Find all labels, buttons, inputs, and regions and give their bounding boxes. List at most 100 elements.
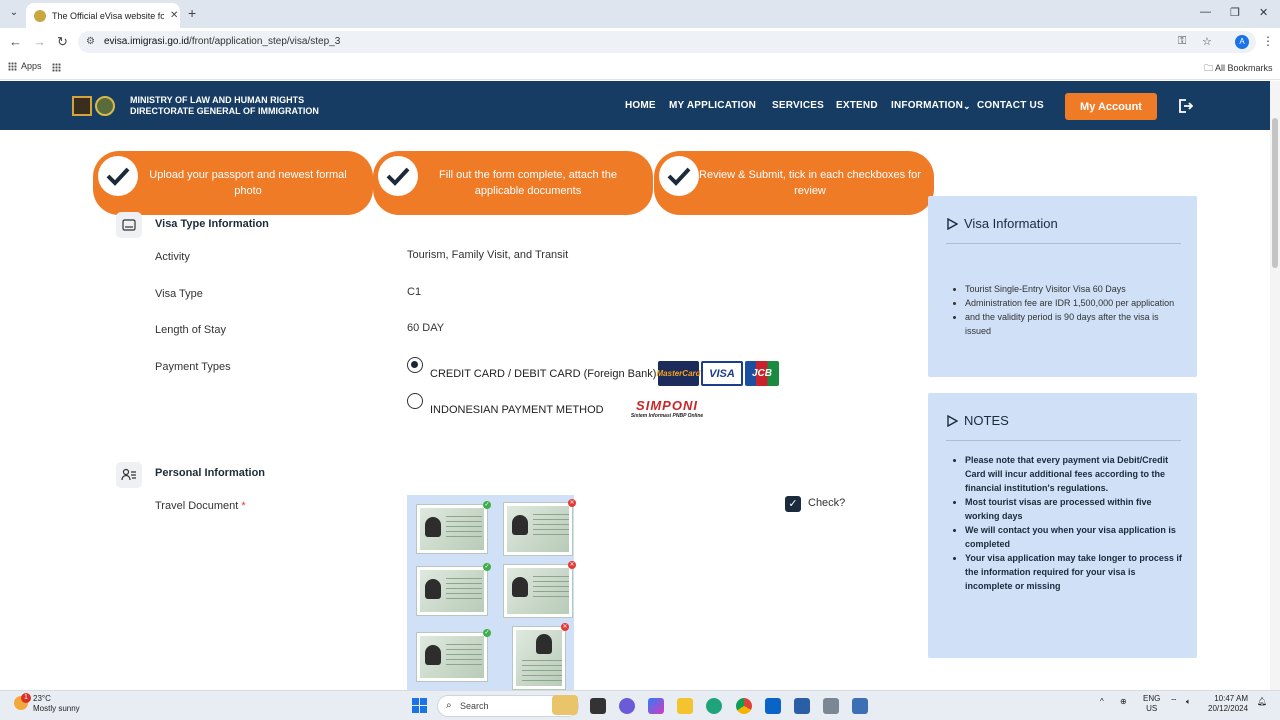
chevron-down-icon[interactable]: ⌄: [963, 101, 971, 112]
notes-list: Please note that every payment via Debit…: [965, 453, 1183, 593]
tray-overflow-chevron-icon[interactable]: ^: [1100, 697, 1104, 706]
windows-start-icon[interactable]: [412, 698, 427, 713]
browser-menu-icon[interactable]: ⋮: [1262, 34, 1274, 48]
weather-widget[interactable]: 23°C Mostly sunny: [33, 694, 80, 714]
weather-temperature: 23°C: [33, 694, 51, 703]
restore-icon[interactable]: ❐: [1230, 6, 1240, 19]
nav-information[interactable]: INFORMATION: [891, 100, 963, 111]
document-thumbnail[interactable]: ✕: [503, 561, 576, 618]
bookmark-star-icon[interactable]: ☆: [1202, 35, 1212, 48]
list-item: Your visa application may take longer to…: [965, 551, 1183, 593]
step-fill-form: Fill out the form complete, attach the a…: [373, 151, 653, 215]
visa-info-title-text: Visa Information: [964, 216, 1058, 231]
check-checkbox[interactable]: ✓: [785, 496, 801, 512]
list-item: Most tourist visas are processed within …: [965, 495, 1183, 523]
minimize-icon[interactable]: —: [1200, 6, 1211, 18]
new-tab-plus-icon[interactable]: +: [188, 5, 196, 21]
edge-icon[interactable]: [706, 698, 722, 714]
tab-close-icon[interactable]: ✕: [170, 10, 178, 21]
check-badge-icon: ✓: [483, 563, 491, 571]
visa-info-list: Tourist Single-Entry Visitor Visa 60 Day…: [965, 282, 1183, 338]
back-arrow-icon[interactable]: ←: [9, 34, 22, 49]
language-line-2: US: [1146, 704, 1158, 713]
document-thumbnail[interactable]: ✓: [416, 501, 491, 554]
travel-document-gallery: ✓ ✕ ✓ ✕ ✓ ✕: [407, 495, 576, 690]
my-account-button[interactable]: My Account: [1065, 93, 1157, 120]
ministry-line-2: DIRECTORATE GENERAL OF IMMIGRATION: [130, 106, 319, 116]
all-bookmarks-label: All Bookmarks: [1215, 63, 1273, 73]
simponi-logo: SIMPONI Sistem Informasi PNBP Online: [610, 398, 724, 424]
site-header: MINISTRY OF LAW AND HUMAN RIGHTS DIRECTO…: [0, 81, 1280, 130]
payment-card-label[interactable]: CREDIT CARD / DEBIT CARD (Foreign Bank): [430, 368, 656, 380]
window-close-icon[interactable]: ✕: [1259, 6, 1268, 19]
browser-tab-active[interactable]: The Official eVisa website for Im ✕: [26, 3, 180, 28]
document-thumbnail[interactable]: ✓: [416, 629, 491, 682]
address-bar[interactable]: ⚙ evisa.imigrasi.go.id/front/application…: [78, 31, 1256, 53]
check-badge-icon: ✓: [483, 501, 491, 509]
nav-services[interactable]: SERVICES: [772, 100, 824, 111]
page-scrollbar-thumb[interactable]: [1272, 118, 1278, 268]
all-bookmarks[interactable]: 🗀 All Bookmarks: [1204, 61, 1273, 77]
payment-indonesian-label[interactable]: INDONESIAN PAYMENT METHOD: [430, 404, 604, 416]
windows-taskbar: 1 23°C Mostly sunny ⌕ Search ^ ⊕ ENG US …: [0, 690, 1280, 720]
check-label[interactable]: Check?: [808, 497, 845, 509]
taskbar-search-label: Search: [460, 701, 489, 711]
volume-icon[interactable]: 🔈︎: [1186, 697, 1191, 707]
chat-icon[interactable]: [619, 698, 635, 714]
logout-icon[interactable]: [1177, 98, 1193, 114]
tab-groups-icon[interactable]: [52, 63, 61, 72]
task-view-icon[interactable]: [590, 698, 606, 714]
search-highlight-icon[interactable]: [552, 695, 578, 715]
file-explorer-icon[interactable]: [677, 698, 693, 714]
visa-card-icon: [116, 212, 142, 238]
notes-panel: NOTES Please note that every payment via…: [928, 393, 1197, 658]
browser-toolbar: ← → ↻ ⚙ evisa.imigrasi.go.id/front/appli…: [0, 28, 1280, 56]
activity-value: Tourism, Family Visit, and Transit: [407, 249, 569, 261]
nav-contact-us[interactable]: CONTACT US: [977, 100, 1044, 111]
browser-tab-bar: ⌄ The Official eVisa website for Im ✕ + …: [0, 0, 1280, 28]
taskbar-clock[interactable]: 10:47 AM 20/12/2024: [1208, 694, 1248, 714]
step-fill-form-text: Fill out the form complete, attach the a…: [439, 169, 617, 197]
nav-extend[interactable]: EXTEND: [836, 100, 878, 111]
list-item: We will contact you when your visa appli…: [965, 523, 1183, 551]
remote-desktop-icon[interactable]: [823, 698, 839, 714]
password-key-icon[interactable]: ⚿: [1178, 35, 1186, 48]
required-mark: *: [241, 500, 246, 512]
clock-date: 20/12/2024: [1208, 704, 1249, 713]
personal-section-title: Personal Information: [155, 467, 266, 479]
list-item: Tourist Single-Entry Visitor Visa 60 Day…: [965, 282, 1183, 296]
outlook-icon[interactable]: [765, 698, 781, 714]
step-check-icon: [659, 156, 699, 196]
apps-bookmark[interactable]: Apps: [8, 61, 42, 71]
network-globe-icon[interactable]: ⊕: [1120, 697, 1127, 706]
document-thumbnail[interactable]: ✕: [512, 623, 569, 690]
payment-types-label: Payment Types: [155, 361, 231, 373]
notification-bell-icon[interactable]: 🔔︎: [1257, 697, 1267, 706]
language-indicator[interactable]: ENG US: [1143, 694, 1160, 714]
nav-home[interactable]: HOME: [625, 100, 656, 111]
divider: [946, 440, 1181, 441]
document-thumbnail[interactable]: ✓: [416, 563, 491, 616]
profile-avatar[interactable]: A: [1235, 35, 1249, 49]
payment-indonesian-radio[interactable]: [407, 393, 423, 409]
clock-time: 10:47 AM: [1214, 694, 1249, 703]
activity-label: Activity: [155, 251, 190, 263]
forward-arrow-icon[interactable]: →: [33, 34, 46, 49]
divider: [946, 243, 1181, 244]
step-review-text: Review & Submit, tick in each checkboxes…: [699, 169, 921, 197]
site-info-icon[interactable]: ⚙: [86, 36, 95, 47]
nav-my-application[interactable]: MY APPLICATION: [669, 100, 756, 111]
address-url[interactable]: evisa.imigrasi.go.id/front/application_s…: [104, 36, 340, 47]
chrome-icon[interactable]: [736, 698, 752, 714]
app-icon[interactable]: [852, 698, 868, 714]
ministry-logo[interactable]: [72, 96, 92, 116]
document-thumbnail[interactable]: ✕: [503, 499, 576, 556]
wifi-icon[interactable]: ⌔: [1170, 697, 1178, 707]
visa-info-title: Visa Information: [946, 216, 1058, 231]
copilot-icon[interactable]: [648, 698, 664, 714]
payment-card-radio[interactable]: [407, 357, 423, 373]
store-icon[interactable]: [794, 698, 810, 714]
immigration-logo[interactable]: [95, 96, 115, 116]
reload-icon[interactable]: ↻: [57, 34, 68, 50]
tab-list-chevron-icon[interactable]: ⌄: [6, 5, 22, 21]
